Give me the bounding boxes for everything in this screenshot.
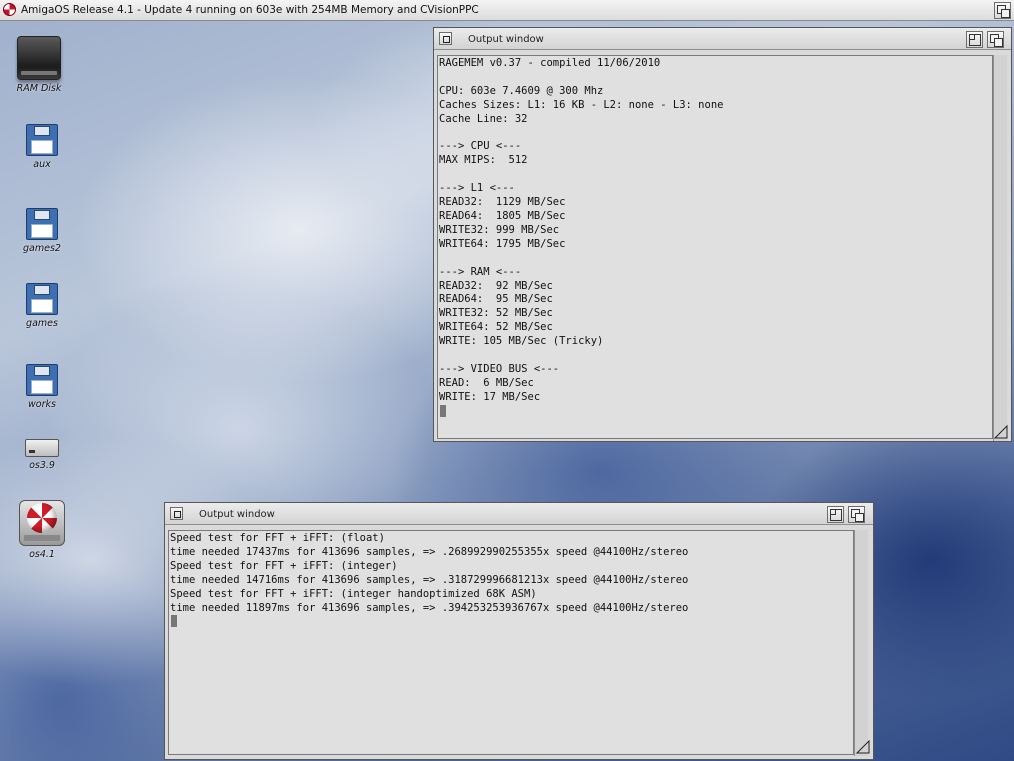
close-icon[interactable]	[170, 507, 183, 520]
console-output[interactable]: RAGEMEM v0.37 - compiled 11/06/2010 CPU:…	[437, 55, 993, 439]
console-output[interactable]: Speed test for FFT + iFFT: (float) time …	[168, 530, 854, 755]
desktop-icon-aux[interactable]: aux	[7, 124, 77, 170]
console-text: RAGEMEM v0.37 - compiled 11/06/2010 CPU:…	[439, 57, 724, 403]
close-icon[interactable]	[439, 32, 452, 45]
window-title: Output window	[199, 509, 275, 520]
screen-depth-icon[interactable]	[994, 2, 1011, 19]
desktop-icon-games2[interactable]: games2	[7, 208, 77, 254]
floppy-icon	[26, 364, 58, 396]
boing-ball-drive-icon	[19, 500, 65, 546]
desktop-icon-ram-disk[interactable]: RAM Disk	[4, 36, 74, 94]
zoom-icon[interactable]	[827, 506, 844, 523]
harddisk-icon	[25, 439, 59, 457]
desktop-icon-os3-9[interactable]: os3.9	[7, 433, 77, 471]
resize-icon[interactable]	[855, 739, 871, 755]
screen-title: AmigaOS Release 4.1 - Update 4 running o…	[21, 4, 479, 16]
zoom-icon[interactable]	[966, 31, 983, 48]
amiga-boing-logo-icon	[3, 3, 16, 16]
desktop-icon-label: games	[26, 318, 58, 329]
console-text: Speed test for FFT + iFFT: (float) time …	[170, 532, 689, 614]
screen-title-bar[interactable]: AmigaOS Release 4.1 - Update 4 running o…	[0, 0, 1014, 21]
vertical-scrollbar[interactable]	[854, 530, 868, 756]
desktop-icon-label: games2	[23, 243, 61, 254]
floppy-icon	[26, 283, 58, 315]
desktop-icon-os4-1[interactable]: os4.1	[7, 500, 77, 560]
depth-icon[interactable]	[848, 506, 865, 523]
window-title-bar[interactable]: Output window	[434, 28, 1011, 50]
window-title-bar[interactable]: Output window	[165, 503, 873, 525]
desktop-icon-label: os4.1	[29, 549, 55, 560]
floppy-icon	[26, 208, 58, 240]
output-window-bottom[interactable]: Output window Speed test for FFT + iFFT:…	[164, 502, 874, 760]
window-title: Output window	[468, 34, 544, 45]
desktop-icon-label: aux	[33, 159, 51, 170]
desktop-icon-works[interactable]: works	[7, 364, 77, 410]
floppy-icon	[26, 124, 58, 156]
desktop-icon-label: works	[28, 399, 56, 410]
resize-icon[interactable]	[993, 424, 1009, 440]
desktop-icon-label: os3.9	[29, 460, 55, 471]
desktop-icon-label: RAM Disk	[16, 83, 62, 94]
desktop-icon-games[interactable]: games	[7, 283, 77, 329]
output-window-top[interactable]: Output window RAGEMEM v0.37 - compiled 1…	[433, 27, 1012, 442]
vertical-scrollbar[interactable]	[993, 55, 1007, 441]
text-cursor	[440, 404, 446, 417]
depth-icon[interactable]	[987, 31, 1004, 48]
ram-disk-icon	[17, 36, 61, 80]
text-cursor	[171, 615, 177, 628]
